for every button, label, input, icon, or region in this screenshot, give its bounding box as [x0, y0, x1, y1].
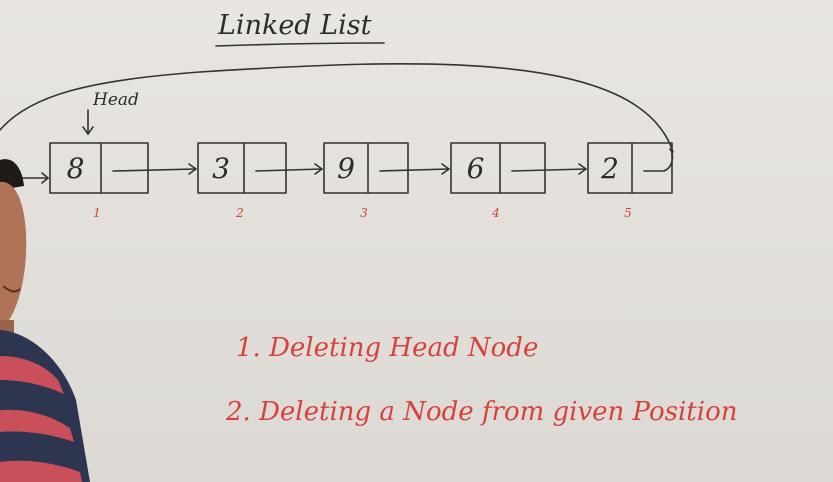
board-title: Linked List — [217, 10, 372, 41]
presenter — [0, 159, 90, 482]
head-label: Head — [92, 90, 139, 110]
node-position: 2 — [235, 206, 244, 220]
node-value: 3 — [212, 152, 230, 185]
node-position: 3 — [360, 206, 368, 220]
task-1: 1. Deleting Head Node — [236, 333, 538, 363]
whiteboard: Linked List Head 8132936425 1. Deleting … — [0, 10, 737, 427]
title-underline — [215, 42, 385, 47]
node-value: 9 — [337, 152, 355, 185]
next-pointer-arrow — [255, 168, 323, 172]
next-pointer-arrow — [112, 168, 197, 172]
node-position: 5 — [624, 206, 632, 220]
list-node: 64 — [450, 142, 587, 220]
node-value: 6 — [467, 152, 485, 185]
list-node: 25 — [587, 142, 674, 220]
list-node: 93 — [323, 142, 450, 220]
linked-list-nodes: 8132936425 — [49, 142, 674, 220]
next-pointer-arrow — [379, 168, 450, 172]
node-box — [450, 142, 546, 194]
node-position: 1 — [93, 206, 101, 220]
node-value: 2 — [600, 152, 619, 185]
list-node: 32 — [197, 142, 323, 220]
tail-pointer — [643, 148, 674, 172]
next-pointer-arrow — [511, 168, 587, 172]
node-position: 4 — [491, 206, 500, 220]
task-2: 2. Deleting a Node from given Position — [225, 397, 737, 427]
